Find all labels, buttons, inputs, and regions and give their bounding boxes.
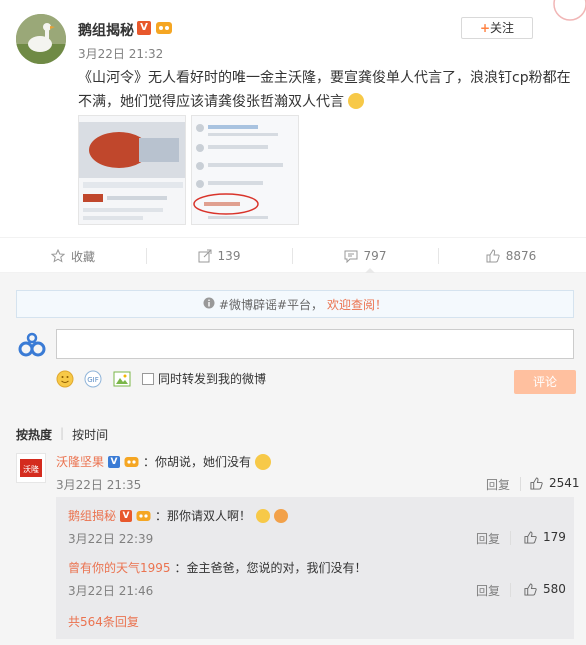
verified-badge-icon: V (137, 21, 151, 35)
reply-timestamp: 3月22日 22:39 (68, 532, 154, 546)
gif-icon[interactable]: GIF (84, 370, 102, 388)
author-name[interactable]: 鹅组揭秘 (78, 20, 134, 40)
comment-author[interactable]: 沃隆坚果 (56, 453, 104, 470)
comment-like-count: 2541 (549, 476, 580, 490)
comment-line: 沃隆坚果 V ：你胡说，她们没有 (56, 453, 272, 470)
forward-checkbox-label: 同时转发到我的微博 (158, 372, 267, 386)
brand-logo-text: 沃隆 (23, 464, 39, 474)
reply-button[interactable]: 回复 (476, 530, 500, 547)
sort-bar: 按热度 | 按时间 (16, 426, 108, 443)
vip-icon (136, 510, 151, 521)
post-image-2[interactable] (191, 115, 299, 225)
follow-label: 关注 (490, 21, 515, 35)
like-separator (510, 531, 511, 545)
thumbs-up-icon (524, 582, 537, 596)
thumbs-up-icon (524, 530, 537, 544)
post-image-1[interactable] (78, 115, 186, 225)
verified-blue-icon: V (108, 455, 121, 468)
like-separator (520, 477, 521, 491)
emoji-icon[interactable] (56, 370, 74, 388)
forward-action[interactable]: 139 (146, 238, 292, 274)
post-timestamp[interactable]: 3月22日 21:32 (78, 45, 163, 62)
checkbox[interactable] (142, 372, 154, 385)
reply-button[interactable]: 回复 (486, 476, 510, 493)
reply-text: ：金主爸爸，您说的对，我们没有！ (174, 561, 367, 575)
reply-like-count: 179 (543, 530, 566, 544)
reply-like-button[interactable]: 179 (524, 530, 566, 544)
reply-button[interactable]: 回复 (476, 582, 500, 599)
sort-separator: | (60, 426, 65, 440)
vip-icon (155, 20, 173, 36)
thumbs-up-icon (486, 249, 500, 263)
watermark-stamp (548, 0, 586, 22)
forward-checkbox[interactable]: 同时转发到我的微博 (142, 370, 266, 387)
like-separator (510, 583, 511, 597)
emoji-icon (255, 453, 272, 470)
comment-icon (344, 250, 358, 263)
comment-count: 797 (363, 249, 387, 263)
comment-avatar[interactable]: 沃隆 (16, 453, 46, 483)
forward-count: 139 (217, 249, 241, 263)
comment-input[interactable] (56, 329, 574, 359)
author-avatar[interactable] (16, 14, 66, 64)
reply-author[interactable]: 鹅组揭秘 (68, 507, 116, 524)
follow-button[interactable]: +关注 (461, 17, 533, 39)
image-icon[interactable] (113, 370, 131, 388)
reply-like-count: 580 (543, 582, 566, 596)
reply-timestamp: 3月22日 21:46 (68, 584, 154, 598)
post-text: 《山河令》无人看好时的唯一金主沃隆，要宣龚俊单人代言了，浪浪钉cp粉都在不满，她… (78, 66, 572, 114)
plus-icon: + (479, 21, 491, 35)
reply-line: 曾有你的天气1995 ：金主爸爸，您说的对，我们没有！ (68, 559, 367, 576)
notice-text: #微博辟谣#平台， (218, 297, 324, 312)
like-count: 8876 (505, 249, 537, 263)
reply-like-button[interactable]: 580 (524, 582, 566, 596)
post-action-bar: 收藏 139 797 8876 (0, 237, 586, 274)
sort-by-hot[interactable]: 按热度 (16, 426, 52, 443)
user-logo-icon (16, 329, 48, 361)
post-body: 《山河令》无人看好时的唯一金主沃隆，要宣龚俊单人代言了，浪浪钉cp粉都在不满，她… (78, 70, 571, 110)
forward-icon (198, 249, 212, 263)
thumbs-up-icon (530, 476, 543, 490)
rumor-notice: #微博辟谣#平台， 欢迎查阅！ (16, 290, 574, 318)
cat-emoji-icon (256, 508, 289, 523)
comments-panel: #微博辟谣#平台， 欢迎查阅！ GIF 同时转发到我的微博 评论 按热度 | 按… (0, 273, 586, 645)
more-replies-link[interactable]: 共564条回复 (68, 613, 139, 630)
favorite-action[interactable]: 收藏 (0, 238, 146, 274)
emoji-icon (348, 93, 365, 109)
svg-text:GIF: GIF (87, 376, 99, 384)
submit-comment-button[interactable]: 评论 (514, 370, 576, 394)
vip-icon (124, 456, 139, 467)
info-icon (203, 297, 215, 312)
like-action[interactable]: 8876 (438, 238, 584, 274)
notice-link[interactable]: 欢迎查阅！ (327, 296, 387, 313)
verified-badge-icon: V (120, 509, 133, 522)
star-icon (50, 249, 65, 263)
weibo-post: 鹅组揭秘 V 3月22日 21:32 +关注 《山河令》无人看好时的唯一金主沃隆… (0, 0, 586, 237)
favorite-label: 收藏 (70, 249, 95, 264)
comment-text: ：你胡说，她们没有 (143, 455, 252, 469)
reply-line: 鹅组揭秘 V ：那你请双人啊！ (68, 507, 289, 524)
comment-timestamp: 3月22日 21:35 (56, 478, 142, 492)
comment-like-button[interactable]: 2541 (530, 476, 580, 490)
reply-text: ：那你请双人啊！ (155, 509, 252, 523)
reply-author[interactable]: 曾有你的天气1995 (68, 559, 171, 576)
sort-by-time[interactable]: 按时间 (72, 426, 108, 443)
